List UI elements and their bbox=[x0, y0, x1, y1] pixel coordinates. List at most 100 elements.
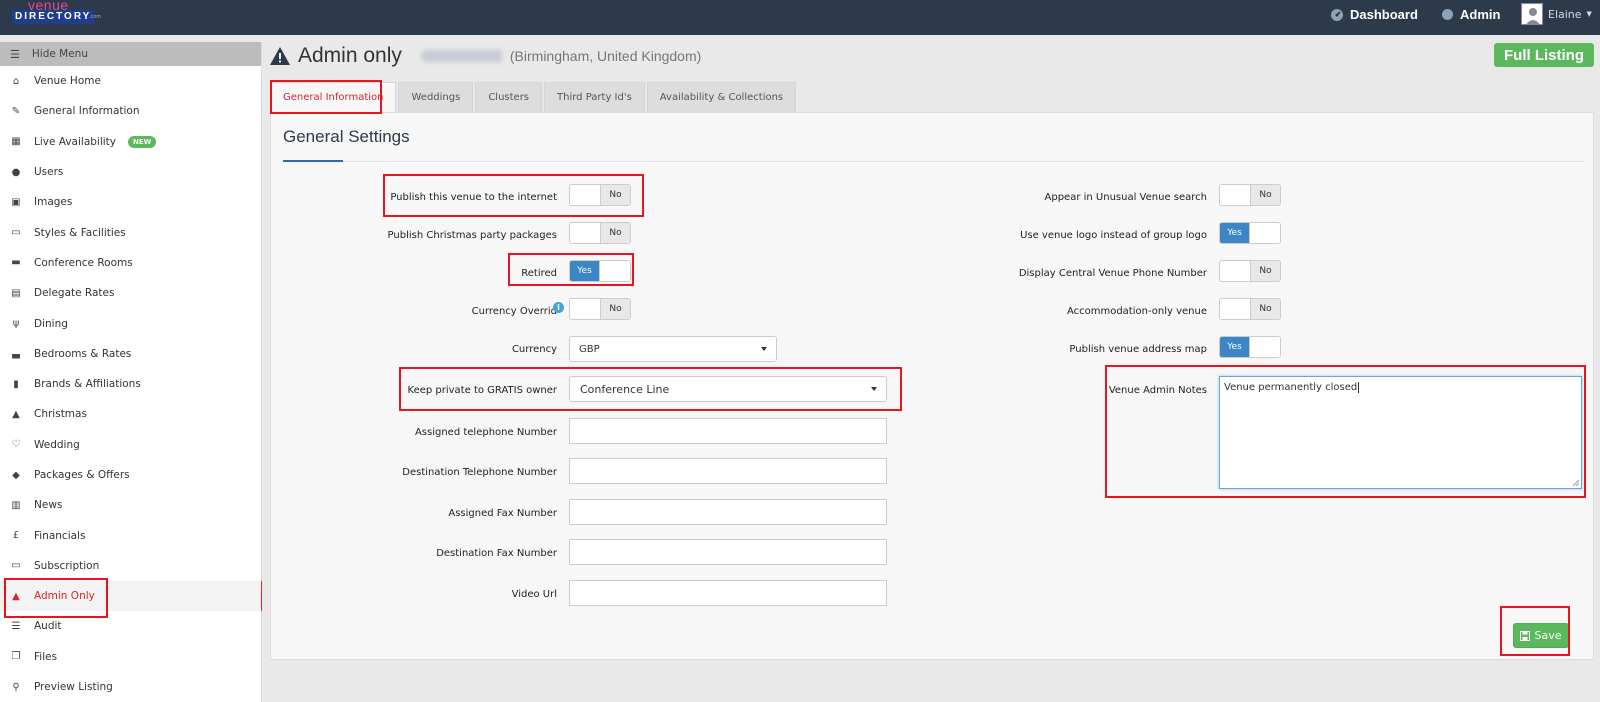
save-button[interactable]: Save bbox=[1513, 623, 1569, 648]
publish-christmas-toggle[interactable]: No bbox=[569, 222, 631, 244]
admin-notes-textarea[interactable]: Venue permanently closed bbox=[1219, 376, 1582, 489]
dashboard-icon bbox=[1331, 8, 1343, 21]
accommodation-only-toggle[interactable]: No bbox=[1219, 298, 1281, 320]
logo-text-com: .com bbox=[89, 14, 102, 20]
pound-icon: £ bbox=[12, 530, 20, 542]
publish-internet-label: Publish this venue to the internet bbox=[390, 192, 557, 203]
hide-menu-label: Hide Menu bbox=[31, 48, 88, 60]
tab-bar: General Information Weddings Clusters Th… bbox=[270, 82, 798, 112]
sidebar-item-images[interactable]: ▣ Images bbox=[0, 187, 261, 217]
sidebar-item-label: Dining bbox=[34, 317, 68, 330]
toggle-off-side bbox=[1250, 337, 1280, 357]
keep-private-select[interactable]: Conference Line bbox=[569, 376, 887, 402]
sidebar-item-files[interactable]: ❐ Files bbox=[0, 642, 261, 672]
sidebar-item-news[interactable]: ▥ News bbox=[0, 490, 261, 520]
sidebar-item-label: Live Availability bbox=[34, 135, 117, 148]
destination-fax-input[interactable] bbox=[569, 539, 887, 565]
sidebar-item-live-availability[interactable]: ▦ Live Availability NEW bbox=[0, 127, 261, 157]
video-url-input[interactable] bbox=[569, 580, 887, 606]
home-icon: ⌂ bbox=[12, 75, 20, 87]
sidebar-item-admin-only[interactable]: ▲ Admin Only bbox=[0, 581, 262, 612]
toggle-state: No bbox=[1249, 185, 1280, 205]
venue-directory-logo[interactable]: venue DIRECTORY .com bbox=[12, 0, 102, 26]
toggle-off-side bbox=[1220, 299, 1250, 319]
newspaper-icon: ▥ bbox=[11, 499, 21, 511]
sidebar-item-venue-home[interactable]: ⌂ Venue Home bbox=[0, 66, 261, 96]
edit-icon: ✎ bbox=[11, 105, 21, 117]
currency-select[interactable]: GBP bbox=[569, 336, 777, 362]
admin-notes-label: Venue Admin Notes bbox=[1108, 385, 1207, 396]
caret-down-icon: ▼ bbox=[1586, 10, 1592, 18]
tab-clusters[interactable]: Clusters bbox=[475, 82, 543, 112]
sidebar-item-label: Audit bbox=[34, 620, 62, 633]
destination-phone-input[interactable] bbox=[569, 458, 887, 484]
sidebar-item-packages-offers[interactable]: ◆ Packages & Offers bbox=[0, 460, 261, 490]
sidebar-item-christmas[interactable]: ▲ Christmas bbox=[0, 399, 261, 429]
unusual-search-toggle[interactable]: No bbox=[1219, 184, 1281, 206]
sidebar-item-bedrooms-rates[interactable]: ▃ Bedrooms & Rates bbox=[0, 339, 261, 369]
assigned-fax-label: Assigned Fax Number bbox=[448, 508, 557, 519]
central-phone-toggle[interactable]: No bbox=[1219, 260, 1281, 282]
top-navbar: venue DIRECTORY .com Dashboard Admin Ela… bbox=[0, 0, 1600, 35]
keep-private-label: Keep private to GRATIS owner bbox=[407, 385, 557, 396]
chevron-down-icon bbox=[871, 387, 877, 391]
monitor-icon: ▭ bbox=[11, 227, 21, 239]
admin-notes-value: Venue permanently closed bbox=[1224, 382, 1358, 393]
sidebar-item-label: General Information bbox=[34, 105, 140, 118]
toggle-state: Yes bbox=[1220, 223, 1251, 243]
heading-accent bbox=[283, 160, 343, 162]
tab-general-information[interactable]: General Information bbox=[270, 82, 397, 112]
sidebar-item-general-information[interactable]: ✎ General Information bbox=[0, 96, 261, 126]
sidebar-item-audit[interactable]: ☰ Audit bbox=[0, 611, 261, 641]
address-map-toggle[interactable]: Yes bbox=[1219, 336, 1281, 358]
toggle-off-side bbox=[570, 299, 600, 319]
assigned-phone-input[interactable] bbox=[569, 418, 887, 444]
video-url-label: Video Url bbox=[511, 589, 557, 600]
sidebar-item-label: Images bbox=[34, 196, 73, 209]
tab-third-party-ids[interactable]: Third Party Id's bbox=[544, 82, 645, 112]
warning-icon bbox=[270, 47, 290, 65]
hide-menu-button[interactable]: ☰ Hide Menu bbox=[0, 42, 261, 66]
toggle-off-side bbox=[570, 223, 600, 243]
resize-handle-icon[interactable] bbox=[1572, 479, 1579, 486]
heading-divider bbox=[283, 161, 1583, 162]
toggle-off-side bbox=[1220, 185, 1250, 205]
heart-icon: ♡ bbox=[11, 439, 21, 451]
toggle-off-side bbox=[570, 185, 600, 205]
tab-weddings[interactable]: Weddings bbox=[398, 82, 474, 112]
info-icon[interactable]: i bbox=[553, 302, 564, 313]
sidebar-item-label: Financials bbox=[34, 529, 86, 542]
sidebar-item-conference-rooms[interactable]: ▬ Conference Rooms bbox=[0, 248, 261, 278]
currency-override-toggle[interactable]: No bbox=[569, 298, 631, 320]
page-title: Admin only (Birmingham, United Kingdom) bbox=[270, 44, 701, 68]
sidebar-item-brands-affiliations[interactable]: ▮ Brands & Affiliations bbox=[0, 369, 261, 399]
admin-link[interactable]: Admin bbox=[1441, 7, 1500, 22]
sidebar-item-styles-facilities[interactable]: ▭ Styles & Facilities bbox=[0, 217, 261, 247]
sidebar-item-delegate-rates[interactable]: ▤ Delegate Rates bbox=[0, 278, 261, 308]
sidebar-item-label: News bbox=[34, 499, 63, 512]
assigned-fax-input[interactable] bbox=[569, 499, 887, 525]
sidebar-item-dining[interactable]: ψ Dining bbox=[0, 308, 261, 338]
sidebar-item-label: Brands & Affiliations bbox=[34, 378, 141, 391]
toggle-state: No bbox=[599, 185, 630, 205]
address-map-label: Publish venue address map bbox=[1069, 344, 1207, 355]
publish-internet-toggle[interactable]: No bbox=[569, 184, 631, 206]
user-menu[interactable]: Elaine ▼ bbox=[1521, 3, 1592, 25]
chevron-down-icon bbox=[761, 347, 767, 351]
dashboard-link[interactable]: Dashboard bbox=[1330, 7, 1418, 22]
sidebar-item-financials[interactable]: £ Financials bbox=[0, 520, 261, 550]
sidebar-item-subscription[interactable]: ▭ Subscription bbox=[0, 551, 261, 581]
full-listing-button[interactable]: Full Listing bbox=[1494, 43, 1594, 67]
sidebar: ☰ Hide Menu ⌂ Venue Home ✎ General Informat… bbox=[0, 42, 262, 702]
tab-availability-collections[interactable]: Availability & Collections bbox=[646, 82, 797, 112]
venue-logo-label: Use venue logo instead of group logo bbox=[1020, 230, 1207, 241]
sidebar-item-label: Styles & Facilities bbox=[34, 226, 126, 239]
sidebar-item-users[interactable]: ● Users bbox=[0, 157, 261, 187]
sidebar-item-wedding[interactable]: ♡ Wedding bbox=[0, 430, 261, 460]
sidebar-item-preview-listing[interactable]: ⚲ Preview Listing bbox=[0, 672, 261, 702]
venue-logo-toggle[interactable]: Yes bbox=[1219, 222, 1281, 244]
book-icon: ▮ bbox=[13, 378, 19, 390]
retired-toggle[interactable]: Yes bbox=[569, 260, 631, 282]
sidebar-item-label: Wedding bbox=[34, 438, 80, 451]
toggle-state: Yes bbox=[1220, 337, 1251, 357]
